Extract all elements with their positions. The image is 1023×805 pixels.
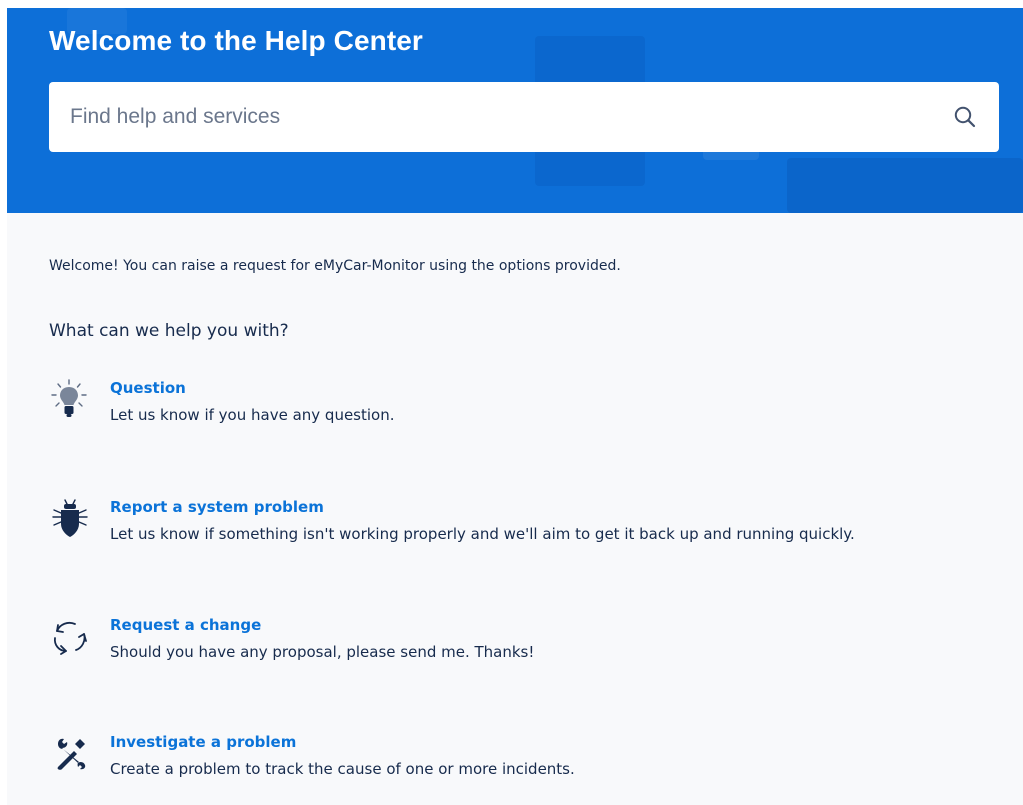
refresh-arrows-icon (49, 615, 93, 659)
portal-description: Welcome! You can raise a request for eMy… (49, 258, 621, 274)
page-title: Welcome to the Help Center (49, 25, 423, 56)
hero-decoration (787, 158, 1023, 213)
request-type-report-system-problem[interactable]: Report a system problem Let us know if s… (49, 497, 999, 557)
tools-icon (49, 732, 93, 776)
request-type-request-change[interactable]: Request a change Should you have any pro… (49, 615, 999, 675)
request-type-description: Create a problem to track the cause of o… (110, 760, 575, 778)
request-type-investigate-problem[interactable]: Investigate a problem Create a problem t… (49, 732, 999, 792)
help-center-page: Welcome to the Help Center Welcome! You … (7, 8, 1023, 805)
portal-content: Welcome! You can raise a request for eMy… (49, 256, 999, 778)
request-type-title[interactable]: Question (110, 378, 186, 398)
search-icon[interactable] (953, 105, 977, 129)
search-box[interactable] (49, 82, 999, 152)
section-heading: What can we help you with? (49, 321, 289, 341)
hero-banner: Welcome to the Help Center (7, 8, 1023, 213)
bug-icon (49, 497, 93, 541)
request-type-title[interactable]: Report a system problem (110, 497, 324, 517)
request-type-question[interactable]: Question Let us know if you have any que… (49, 378, 999, 438)
search-input[interactable] (49, 82, 929, 152)
lightbulb-icon (49, 378, 93, 422)
request-type-description: Let us know if something isn't working p… (110, 525, 855, 543)
request-type-title[interactable]: Investigate a problem (110, 732, 296, 752)
request-type-title[interactable]: Request a change (110, 615, 261, 635)
request-type-description: Let us know if you have any question. (110, 406, 395, 424)
request-type-description: Should you have any proposal, please sen… (110, 643, 535, 661)
